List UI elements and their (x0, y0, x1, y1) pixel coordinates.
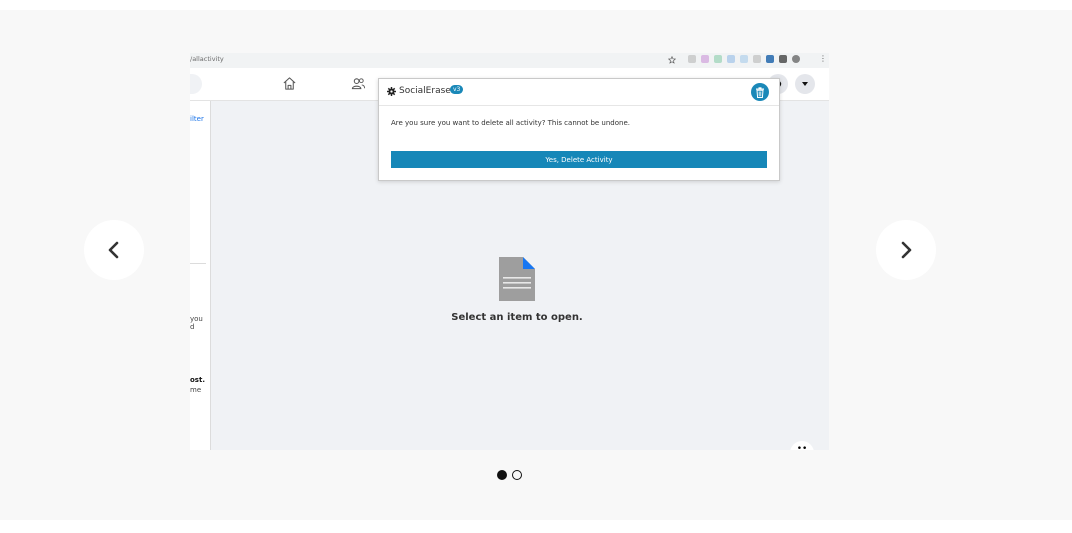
url-text: /allactivity (190, 55, 224, 63)
sidebar-text: me (190, 386, 202, 394)
chevron-right-icon (901, 241, 912, 259)
document-icon (499, 257, 535, 301)
socialerase-popup: SocialErase v3 Are you sure you want to … (378, 78, 780, 181)
empty-state: Select an item to open. (442, 256, 592, 323)
puzzle-icon[interactable] (779, 55, 787, 63)
menu-dots-icon[interactable]: ⋮ (819, 54, 827, 63)
star-icon[interactable] (668, 56, 676, 64)
caret-down-icon (802, 82, 808, 86)
extension-icon[interactable] (753, 55, 761, 63)
filter-link[interactable]: ilter (190, 115, 204, 123)
slide-dot-1[interactable] (497, 470, 507, 480)
version-badge: v3 (450, 85, 464, 94)
confirm-delete-button[interactable]: Yes, Delete Activity (391, 151, 767, 168)
search-input[interactable] (190, 74, 202, 94)
sidebar-text: ost. (190, 376, 205, 384)
extension-icon[interactable] (714, 55, 722, 63)
divider (190, 263, 206, 264)
sidebar-text: you (190, 315, 203, 323)
activity-sidebar: ilter you d ost. me (190, 101, 211, 450)
extension-icon[interactable] (688, 55, 696, 63)
browser-address-bar[interactable]: /allactivity ⋮ (190, 53, 829, 68)
empty-state-label: Select an item to open. (451, 312, 583, 323)
extension-icon[interactable] (701, 55, 709, 63)
gear-icon[interactable] (387, 87, 396, 96)
previous-slide-button[interactable] (84, 220, 144, 280)
slide-indicator (497, 470, 522, 480)
corner-badge[interactable]: •• (790, 441, 814, 450)
screenshot-gallery: /allactivity ⋮ ilter you d ost. me Selec… (0, 10, 1072, 520)
confirm-message: Are you sure you want to delete all acti… (391, 119, 630, 127)
extension-icon[interactable] (727, 55, 735, 63)
extension-icons (688, 55, 800, 63)
friends-icon[interactable] (351, 76, 366, 91)
next-slide-button[interactable] (876, 220, 936, 280)
sidebar-text: d (190, 323, 195, 331)
popup-header: SocialErase v3 (379, 79, 779, 106)
avatar[interactable] (792, 55, 800, 63)
home-icon[interactable] (282, 76, 297, 91)
socialerase-extension-icon[interactable] (766, 55, 774, 63)
extension-icon[interactable] (740, 55, 748, 63)
slide-dot-2[interactable] (512, 470, 522, 480)
account-menu-button[interactable] (795, 74, 815, 94)
trash-icon (756, 86, 764, 98)
delete-all-button[interactable] (751, 83, 769, 101)
brand-name: SocialErase (399, 86, 451, 96)
chevron-left-icon (108, 241, 119, 259)
slide-screenshot: /allactivity ⋮ ilter you d ost. me Selec… (190, 53, 829, 450)
